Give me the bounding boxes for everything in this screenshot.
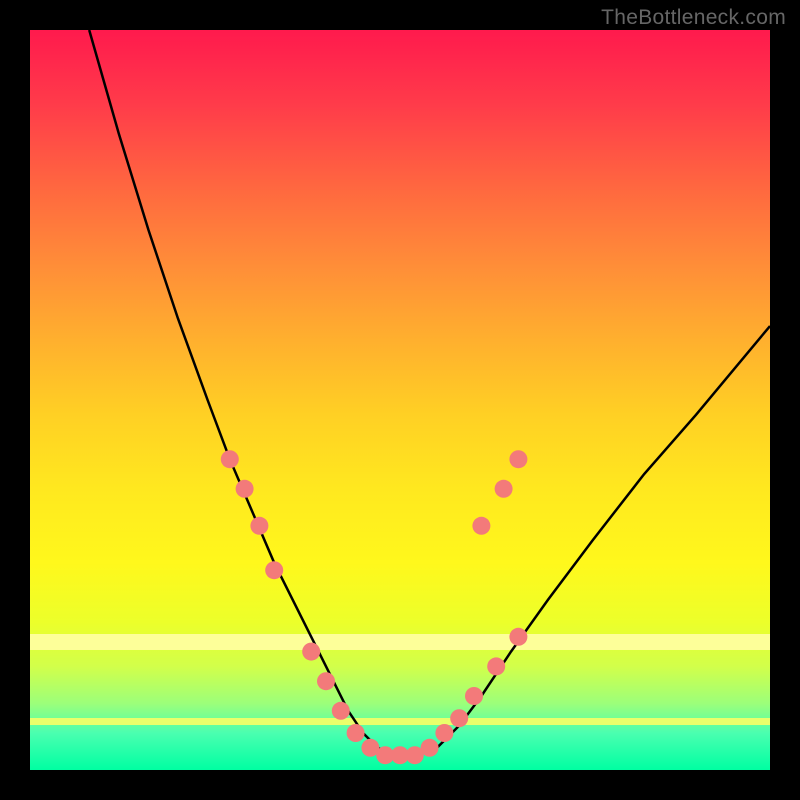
- chart-svg: [30, 30, 770, 770]
- data-point-marker: [332, 702, 350, 720]
- data-point-marker: [236, 480, 254, 498]
- curve-markers: [221, 450, 528, 764]
- data-point-marker: [421, 739, 439, 757]
- data-point-marker: [221, 450, 239, 468]
- data-point-marker: [495, 480, 513, 498]
- data-point-marker: [472, 517, 490, 535]
- data-point-marker: [317, 672, 335, 690]
- data-point-marker: [302, 643, 320, 661]
- data-point-marker: [487, 657, 505, 675]
- data-point-marker: [509, 450, 527, 468]
- chart-plot-area: [30, 30, 770, 770]
- data-point-marker: [250, 517, 268, 535]
- data-point-marker: [347, 724, 365, 742]
- chart-frame: TheBottleneck.com: [0, 0, 800, 800]
- data-point-marker: [450, 709, 468, 727]
- bottleneck-curve-line: [89, 30, 770, 755]
- watermark-text: TheBottleneck.com: [601, 6, 786, 30]
- data-point-marker: [509, 628, 527, 646]
- data-point-marker: [435, 724, 453, 742]
- data-point-marker: [265, 561, 283, 579]
- data-point-marker: [465, 687, 483, 705]
